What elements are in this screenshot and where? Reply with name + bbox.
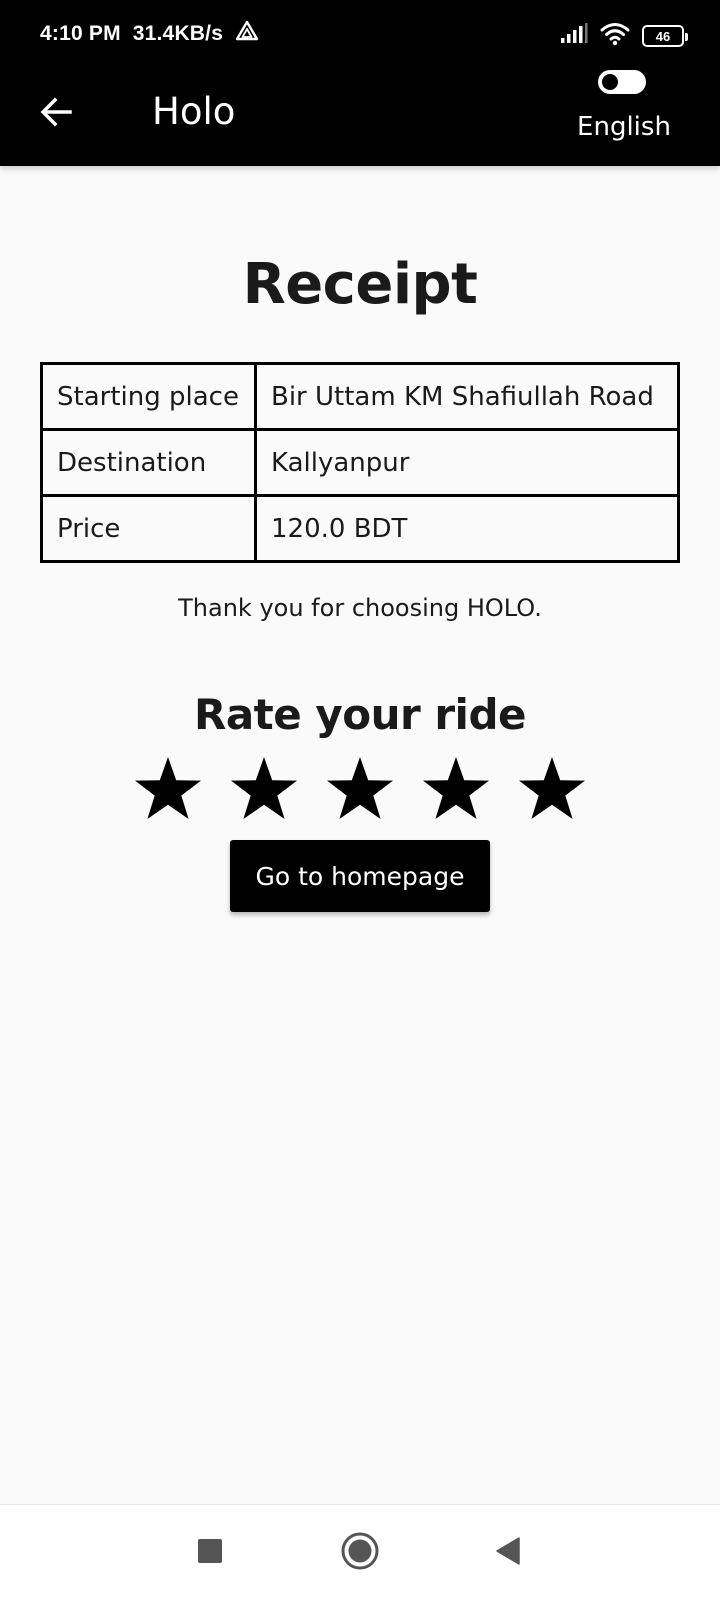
home-circle-icon	[340, 1531, 380, 1575]
app-title: Holo	[152, 90, 236, 133]
starting-place-value: Bir Uttam KM Shafiullah Road	[254, 362, 680, 431]
recents-button[interactable]	[186, 1529, 234, 1577]
star-icon[interactable]	[128, 748, 208, 828]
destination-label: Destination	[40, 428, 257, 497]
destination-value: Kallyanpur	[254, 428, 680, 497]
star-rating	[128, 748, 592, 828]
arrow-left-icon	[38, 94, 74, 134]
receipt-table: Starting place Bir Uttam KM Shafiullah R…	[40, 362, 680, 563]
thank-you-message: Thank you for choosing HOLO.	[178, 594, 542, 622]
battery-level: 46	[655, 28, 671, 44]
language-toggle[interactable]	[598, 70, 646, 94]
navigation-bar	[0, 1504, 720, 1601]
back-button[interactable]	[32, 90, 80, 138]
wifi-icon	[600, 22, 630, 50]
status-right: 46	[560, 22, 688, 50]
rate-title: Rate your ride	[194, 690, 527, 739]
star-icon[interactable]	[416, 748, 496, 828]
price-value: 120.0 BDT	[254, 494, 680, 563]
star-icon[interactable]	[512, 748, 592, 828]
star-icon[interactable]	[320, 748, 400, 828]
status-bar: 4:10 PM 31.4KB/s 46	[0, 0, 720, 70]
battery-icon: 46	[642, 25, 688, 47]
language-label: English	[577, 112, 671, 142]
home-button[interactable]	[336, 1529, 384, 1577]
network-speed: 31.4KB/s	[132, 22, 224, 45]
language-switch[interactable]: English	[570, 70, 671, 166]
recents-square-icon	[197, 1538, 223, 1568]
drive-icon	[235, 20, 259, 48]
table-row: Starting place Bir Uttam KM Shafiullah R…	[40, 362, 680, 431]
toggle-knob	[602, 74, 618, 90]
starting-place-label: Starting place	[40, 362, 257, 431]
signal-icon	[560, 23, 588, 49]
app-bar: Holo English	[0, 70, 720, 166]
receipt-title: Receipt	[242, 252, 478, 317]
status-time: 4:10 PM	[40, 22, 121, 45]
back-triangle-icon	[495, 1537, 521, 1569]
star-icon[interactable]	[224, 748, 304, 828]
go-to-homepage-button[interactable]: Go to homepage	[230, 840, 490, 912]
back-nav-button[interactable]	[484, 1529, 532, 1577]
table-row: Price 120.0 BDT	[40, 494, 680, 563]
table-row: Destination Kallyanpur	[40, 428, 680, 497]
status-left: 4:10 PM 31.4KB/s	[40, 20, 259, 48]
price-label: Price	[40, 494, 257, 563]
